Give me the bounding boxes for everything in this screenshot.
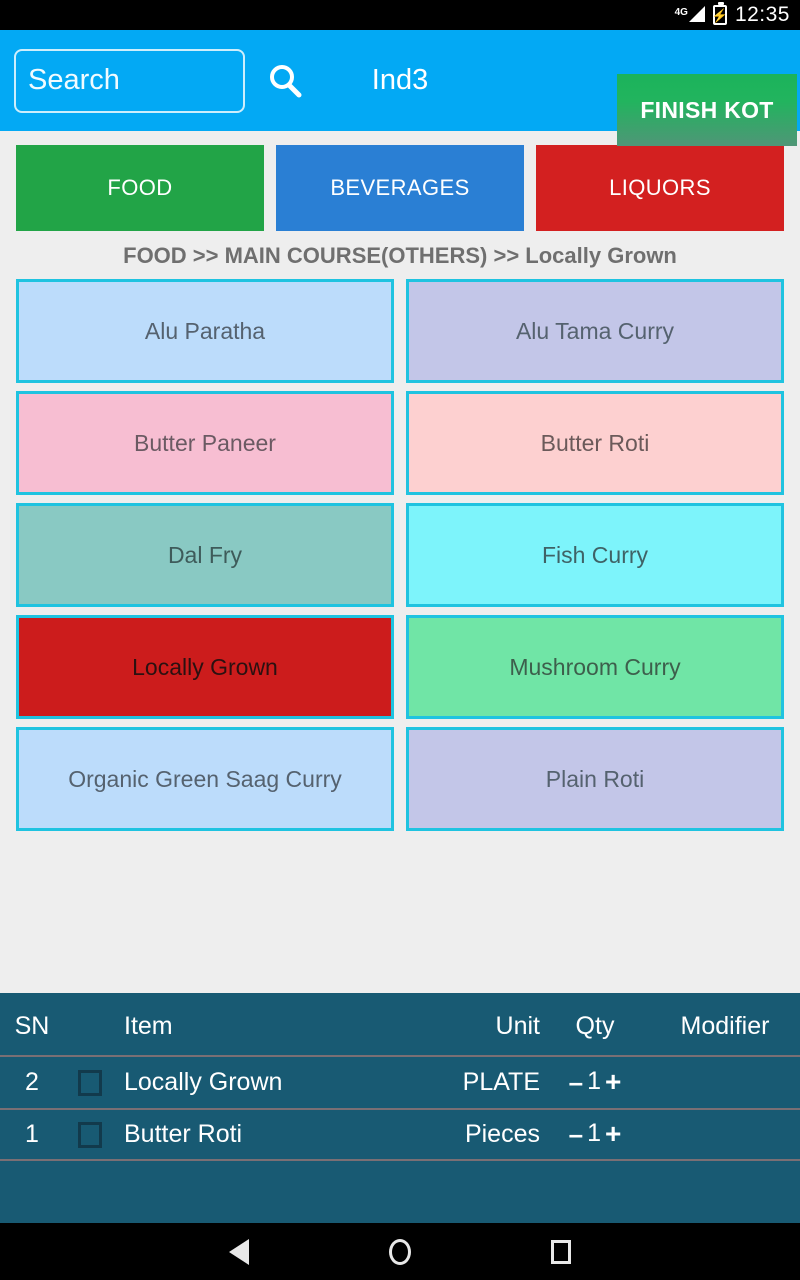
tab-beverages[interactable]: BEVERAGES xyxy=(276,145,524,231)
item-tile[interactable]: Butter Roti xyxy=(406,391,784,495)
row-checkbox-cell[interactable] xyxy=(64,1121,116,1148)
search-input[interactable]: Search xyxy=(14,48,245,113)
decrement-button[interactable]: – xyxy=(569,1121,583,1147)
row-item-name: Locally Grown xyxy=(124,1068,283,1096)
app-root: 4G ⚡ 12:35 Search Ind3 FINISH KOT FOOD B… xyxy=(0,0,800,1280)
network-type-label: 4G xyxy=(674,7,688,18)
row-sn: 1 xyxy=(25,1120,39,1148)
signal-bars-icon: 4G xyxy=(675,6,705,24)
back-icon[interactable] xyxy=(229,1238,249,1265)
increment-button[interactable]: + xyxy=(605,1067,621,1096)
item-tile[interactable]: Plain Roti xyxy=(406,727,784,831)
item-tile[interactable]: Alu Paratha xyxy=(16,279,394,383)
item-tile[interactable]: Fish Curry xyxy=(406,503,784,607)
item-tile[interactable]: Alu Tama Curry xyxy=(406,279,784,383)
battery-charging-icon: ⚡ xyxy=(711,2,729,25)
row-item-name: Butter Roti xyxy=(124,1120,243,1148)
row-sn: 2 xyxy=(25,1068,39,1096)
status-bar-clock: 12:35 xyxy=(734,3,790,26)
quantity-stepper[interactable]: – 1 + xyxy=(540,1067,650,1098)
row-unit: PLATE xyxy=(462,1068,540,1096)
checkbox-icon[interactable] xyxy=(78,1121,102,1148)
checkbox-icon[interactable] xyxy=(78,1069,102,1096)
home-icon[interactable] xyxy=(389,1238,411,1265)
header-unit: Unit xyxy=(495,1011,540,1040)
finish-kot-button[interactable]: FINISH KOT xyxy=(617,74,797,146)
table-row[interactable]: 1 Butter Roti Pieces – 1 + xyxy=(0,1108,800,1161)
order-panel: SN Item Unit Qty Modifier 2 Locally Grow… xyxy=(0,993,800,1223)
row-unit: Pieces xyxy=(464,1120,540,1148)
header-modifier: Modifier xyxy=(680,1011,770,1040)
item-grid: Alu Paratha Alu Tama Curry Butter Paneer… xyxy=(0,279,800,831)
tab-food[interactable]: FOOD xyxy=(16,145,264,231)
quantity-value: 1 xyxy=(587,1119,601,1148)
item-tile[interactable]: Mushroom Curry xyxy=(406,615,784,719)
order-table-header: SN Item Unit Qty Modifier xyxy=(0,993,800,1055)
quantity-value: 1 xyxy=(587,1067,601,1096)
signal-triangle-icon xyxy=(688,6,705,22)
bolt-glyph: ⚡ xyxy=(711,7,729,23)
category-tabs[interactable]: FOOD BEVERAGES LIQUORS xyxy=(0,131,800,231)
row-checkbox-cell[interactable] xyxy=(64,1069,116,1096)
breadcrumb: FOOD >> MAIN COURSE(OTHERS) >> Locally G… xyxy=(123,243,677,268)
item-tile[interactable]: Locally Grown xyxy=(16,615,394,719)
item-tile[interactable]: Butter Paneer xyxy=(16,391,394,495)
item-tile[interactable]: Organic Green Saag Curry xyxy=(16,727,394,831)
table-row[interactable]: 2 Locally Grown PLATE – 1 + xyxy=(0,1055,800,1108)
quantity-stepper[interactable]: – 1 + xyxy=(540,1119,650,1150)
status-bar: 4G ⚡ 12:35 xyxy=(0,0,800,30)
header-sn: SN xyxy=(14,1011,50,1040)
android-nav-bar xyxy=(0,1223,800,1280)
tab-liquors[interactable]: LIQUORS xyxy=(536,145,784,231)
header-item: Item xyxy=(124,1011,173,1040)
search-icon[interactable] xyxy=(265,61,305,101)
recents-icon[interactable] xyxy=(551,1239,571,1264)
app-bar: Search Ind3 FINISH KOT xyxy=(0,30,800,146)
header-qty: Qty xyxy=(575,1011,615,1040)
search-placeholder: Search xyxy=(28,64,120,96)
decrement-button[interactable]: – xyxy=(569,1069,583,1095)
increment-button[interactable]: + xyxy=(605,1119,621,1148)
item-tile[interactable]: Dal Fry xyxy=(16,503,394,607)
